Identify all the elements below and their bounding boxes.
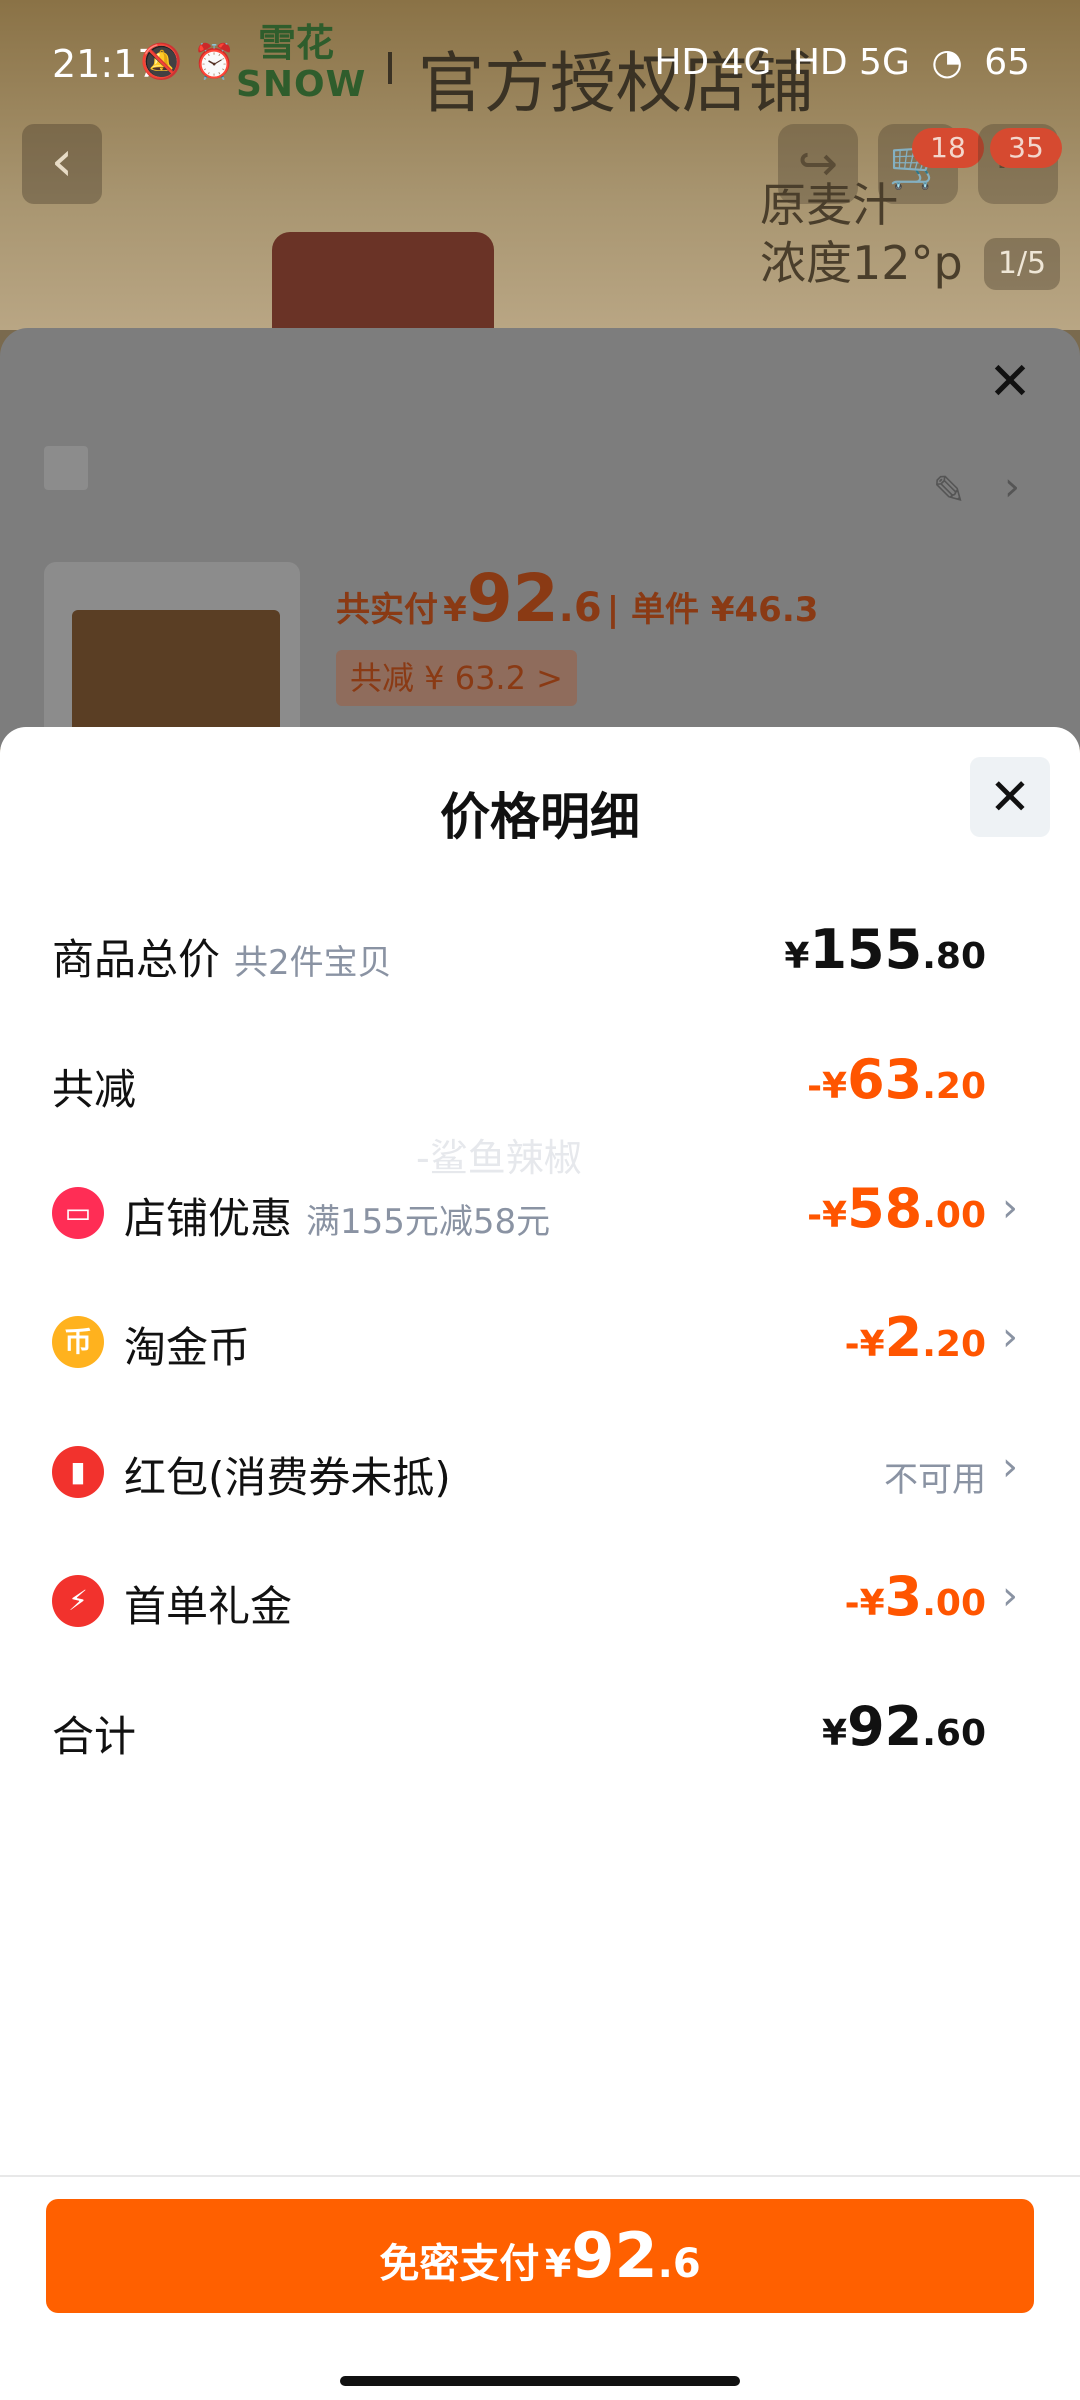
item-count: 共2件宝贝 — [234, 943, 392, 983]
divider — [0, 2175, 1080, 2177]
product-hero-text: 原麦汁 浓度12°p — [760, 178, 963, 290]
network-icon: HD 5G — [792, 42, 910, 83]
close-icon: ✕ — [989, 768, 1031, 826]
price-row-coins[interactable]: 币 淘金币 -¥2.20 › — [0, 1300, 1080, 1380]
price-row-red-packet[interactable]: ▮ 红包(消费券未抵) 不可用 › — [0, 1430, 1080, 1510]
coin-icon: 币 — [52, 1316, 104, 1368]
close-button[interactable]: ✕ — [970, 757, 1050, 837]
row-label: 淘金币 — [124, 1323, 251, 1372]
store-discount-amount: -¥58.00 — [807, 1177, 986, 1240]
order-total: 共实付 ¥92.6 | 单件 ¥46.3 — [336, 560, 819, 637]
price-row-total-discount: 共减 -¥63.20 — [0, 1042, 1080, 1122]
store-discount-rule: 满155元减58元 — [306, 1202, 551, 1242]
coins-amount: -¥2.20 — [844, 1306, 986, 1369]
chevron-left-icon: ‹ — [50, 129, 74, 194]
price-row-first-order-gift[interactable]: ⚡ 首单礼金 -¥3.00 › — [0, 1559, 1080, 1639]
red-packet-status: 不可用 — [884, 1460, 986, 1500]
total-discount-amount: -¥63.20 — [807, 1048, 986, 1111]
close-button[interactable]: ✕ — [986, 356, 1034, 408]
row-label: 商品总价 共2件宝贝 — [52, 935, 392, 984]
notification-icons: 🔕 ⏰ — [140, 42, 236, 82]
chevron-right-icon: › — [1002, 1573, 1018, 1619]
red-packet-icon: ▮ — [52, 1446, 104, 1498]
row-label: 店铺优惠 满155元减58元 — [124, 1194, 551, 1243]
subtotal-amount: ¥155.80 — [784, 918, 986, 981]
row-label: 首单礼金 — [124, 1582, 293, 1631]
pay-button[interactable]: 免密支付 ¥92.6 — [46, 2199, 1034, 2313]
status-right: HD 4G HD 5G ◔ 65 — [644, 42, 1030, 83]
battery-icon: ◔ — [931, 42, 963, 83]
battery-level: 65 — [984, 42, 1030, 83]
close-icon: ✕ — [988, 352, 1032, 412]
price-detail-sheet: 价格明细 ✕ -鲨鱼辣椒 商品总价 共2件宝贝 ¥155.80 共减 -¥63.2… — [0, 727, 1080, 2400]
total-amount: ¥92.60 — [822, 1695, 986, 1758]
back-button[interactable]: ‹ — [22, 124, 102, 204]
price-row-store-discount[interactable]: ▭ 店铺优惠 满155元减58元 -¥58.00 › — [0, 1171, 1080, 1251]
network-icon: HD 4G — [654, 42, 772, 83]
chevron-right-icon: › — [1002, 1314, 1018, 1360]
sheet-title: 价格明细 — [440, 788, 640, 846]
store-icon: ▭ — [52, 1187, 104, 1239]
order-sheet: ✕ ✎ › 共实付 ¥92.6 | 单件 ¥46.3 共减 ¥ 63.2 > — [0, 328, 1080, 752]
status-bar: 21:17 🔕 ⏰ HD 4G HD 5G ◔ 65 — [0, 0, 1080, 120]
product-can-image — [272, 232, 494, 342]
chevron-right-icon: › — [1002, 1185, 1018, 1231]
price-row-total: 合计 ¥92.60 — [0, 1689, 1080, 1769]
price-row-subtotal: 商品总价 共2件宝贝 ¥155.80 — [0, 912, 1080, 992]
first-order-gift-amount: -¥3.00 — [844, 1565, 986, 1628]
lightning-icon: ⚡ — [52, 1575, 104, 1627]
row-label: 红包(消费券未抵) — [124, 1453, 451, 1502]
image-counter: 1/5 — [984, 238, 1060, 290]
discount-tag[interactable]: 共减 ¥ 63.2 > — [336, 650, 577, 706]
edit-icon[interactable]: ✎ — [932, 468, 966, 514]
row-label: 共减 — [52, 1065, 137, 1114]
cart-badge: 18 — [912, 128, 984, 168]
select-checkbox[interactable] — [44, 446, 88, 490]
chevron-right-icon[interactable]: › — [1004, 464, 1020, 510]
more-badge: 35 — [990, 128, 1062, 168]
chevron-right-icon: › — [1002, 1444, 1018, 1490]
row-label: 合计 — [52, 1712, 137, 1761]
home-indicator[interactable] — [340, 2376, 740, 2386]
